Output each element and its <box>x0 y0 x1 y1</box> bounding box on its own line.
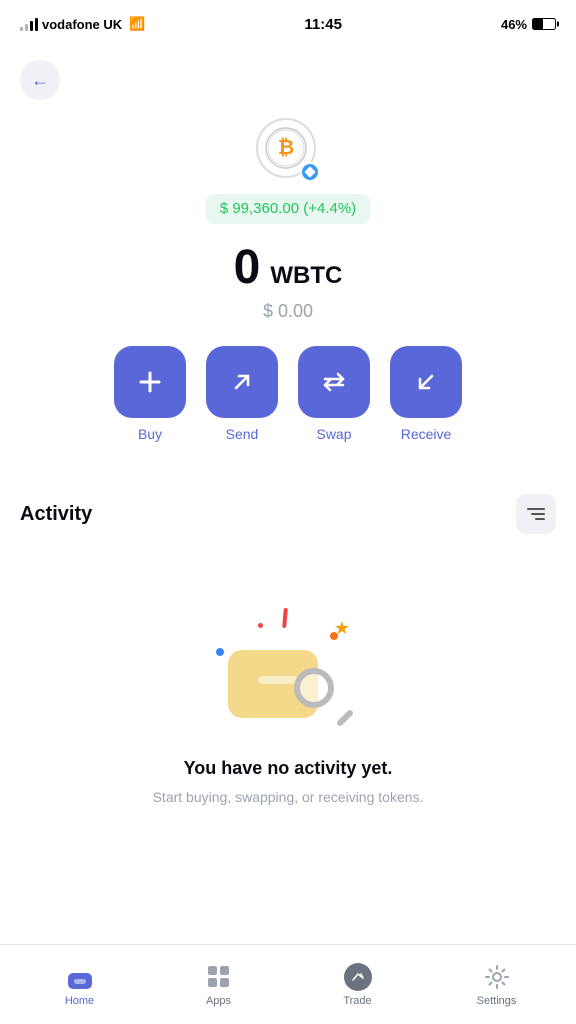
home-icon <box>66 963 94 991</box>
balance-amount: 0 <box>234 240 261 295</box>
token-price: $ 99,360.00 (+4.4%) <box>220 200 356 217</box>
swap-label: Swap <box>316 426 351 442</box>
swap-action: Swap <box>298 346 370 442</box>
battery-info: 46% <box>501 17 556 32</box>
empty-subtitle: Start buying, swapping, or receiving tok… <box>153 787 424 808</box>
carrier-info: vodafone UK 📶 <box>20 16 145 32</box>
balance-row: 0 WBTC <box>234 240 343 295</box>
nav-item-home[interactable]: Home <box>10 955 149 1015</box>
receive-action: Receive <box>390 346 462 442</box>
send-button[interactable] <box>206 346 278 418</box>
token-section: ₿ $ 99,360.00 (+4.4%) 0 WBTC $ 0.00 <box>0 108 576 494</box>
time-display: 11:45 <box>304 16 342 33</box>
filter-button[interactable] <box>516 494 556 534</box>
price-badge: $ 99,360.00 (+4.4%) <box>206 194 370 224</box>
receive-button[interactable] <box>390 346 462 418</box>
receive-label: Receive <box>401 426 452 442</box>
back-button[interactable]: ← <box>20 60 60 100</box>
token-symbol: WBTC <box>270 262 342 290</box>
battery-percent: 46% <box>501 17 527 32</box>
status-bar: vodafone UK 📶 11:45 46% <box>0 0 576 44</box>
main-content: ← ₿ $ 99,360.00 (+4.4%) 0 WBTC $ 0.00 <box>0 44 576 944</box>
buy-action: Buy <box>114 346 186 442</box>
nav-label-trade: Trade <box>343 995 371 1007</box>
empty-state: ★ You have no activity yet. Start buying… <box>20 558 556 828</box>
action-buttons: Buy Send <box>94 346 482 442</box>
decor-stick-red <box>282 608 288 628</box>
nav-label-settings: Settings <box>477 995 517 1007</box>
signal-icon <box>20 17 38 31</box>
bottom-nav: Home Apps Trade <box>0 944 576 1024</box>
token-icon-wrapper: ₿ <box>256 118 320 182</box>
empty-illustration: ★ <box>208 578 368 738</box>
buy-label: Buy <box>138 426 162 442</box>
nav-label-home: Home <box>65 995 94 1007</box>
nav-label-apps: Apps <box>206 995 231 1007</box>
carrier-name: vodafone UK <box>42 17 122 32</box>
decor-dot-red <box>258 623 263 628</box>
svg-text:₿: ₿ <box>278 137 294 159</box>
nav-item-trade[interactable]: Trade <box>288 955 427 1015</box>
wallet-strip <box>258 676 298 684</box>
battery-icon <box>532 18 556 30</box>
nav-item-apps[interactable]: Apps <box>149 955 288 1015</box>
token-network-badge <box>300 162 320 182</box>
settings-icon <box>483 963 511 991</box>
empty-title: You have no activity yet. <box>184 758 393 779</box>
activity-header: Activity <box>20 494 556 534</box>
apps-icon <box>205 963 233 991</box>
send-action: Send <box>206 346 278 442</box>
decor-dot-blue <box>216 648 224 656</box>
wifi-icon: 📶 <box>129 16 145 32</box>
balance-usd: $ 0.00 <box>263 301 313 322</box>
back-btn-container: ← <box>0 44 576 108</box>
activity-title: Activity <box>20 503 92 526</box>
nav-item-settings[interactable]: Settings <box>427 955 566 1015</box>
filter-icon <box>527 508 545 520</box>
trade-icon <box>344 963 372 991</box>
swap-button[interactable] <box>298 346 370 418</box>
magnifier-icon <box>294 668 354 728</box>
decor-star: ★ <box>334 618 350 639</box>
send-label: Send <box>226 426 259 442</box>
buy-button[interactable] <box>114 346 186 418</box>
activity-section: Activity ★ <box>0 494 576 828</box>
